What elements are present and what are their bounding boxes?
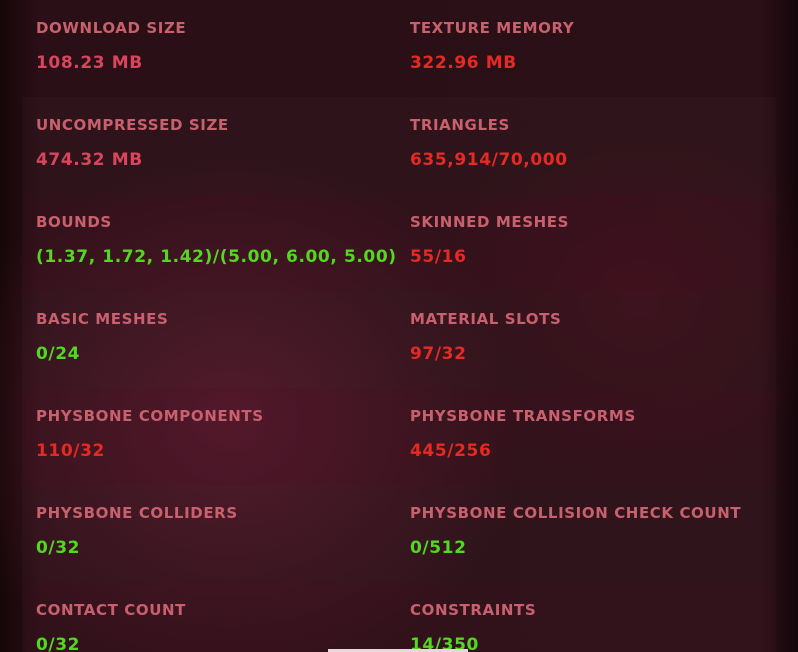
stat-label: TEXTURE MEMORY (410, 19, 575, 37)
stat-value: 474.32 MB (36, 150, 143, 170)
performance-stats-grid: DOWNLOAD SIZE 108.23 MB TEXTURE MEMORY 3… (22, 0, 776, 652)
stats-row-bounds: BOUNDS (1.37, 1.72, 1.42)/(5.00, 6.00, 5… (22, 194, 776, 291)
stat-label: TRIANGLES (410, 116, 510, 134)
stat-uncompressed-size: UNCOMPRESSED SIZE 474.32 MB (22, 97, 396, 194)
stat-bounds: BOUNDS (1.37, 1.72, 1.42)/(5.00, 6.00, 5… (22, 194, 396, 291)
stat-basic-meshes: BASIC MESHES 0/24 (22, 291, 396, 388)
stat-value: 0/512 (410, 538, 467, 558)
stat-value: 0/32 (36, 635, 81, 652)
stat-value: 635,914/70,000 (410, 150, 568, 170)
stat-skinned-meshes: SKINNED MESHES 55/16 (396, 194, 776, 291)
stats-row-download: DOWNLOAD SIZE 108.23 MB TEXTURE MEMORY 3… (22, 0, 776, 97)
stats-row-uncompressed: UNCOMPRESSED SIZE 474.32 MB TRIANGLES 63… (22, 97, 776, 194)
stat-physbone-components: PHYSBONE COMPONENTS 110/32 (22, 388, 396, 485)
stat-physbone-colliders: PHYSBONE COLLIDERS 0/32 (22, 485, 396, 582)
stat-constraints: CONSTRAINTS 14/350 (396, 582, 776, 652)
stat-value: 55/16 (410, 247, 467, 267)
stat-value: 322.96 MB (410, 53, 517, 73)
stat-material-slots: MATERIAL SLOTS 97/32 (396, 291, 776, 388)
stat-label: PHYSBONE TRANSFORMS (410, 407, 636, 425)
stat-value: (1.37, 1.72, 1.42)/(5.00, 6.00, 5.00) (36, 247, 397, 267)
stat-value: 0/24 (36, 344, 81, 364)
stat-physbone-transforms: PHYSBONE TRANSFORMS 445/256 (396, 388, 776, 485)
stat-label: CONSTRAINTS (410, 601, 537, 619)
stat-label: BOUNDS (36, 213, 112, 231)
stat-label: UNCOMPRESSED SIZE (36, 116, 229, 134)
stat-triangles: TRIANGLES 635,914/70,000 (396, 97, 776, 194)
stats-row-meshes: BASIC MESHES 0/24 MATERIAL SLOTS 97/32 (22, 291, 776, 388)
stat-contact-count: CONTACT COUNT 0/32 (22, 582, 396, 652)
stat-texture-memory: TEXTURE MEMORY 322.96 MB (396, 0, 776, 97)
stats-row-physbone: PHYSBONE COMPONENTS 110/32 PHYSBONE TRAN… (22, 388, 776, 485)
stat-label: PHYSBONE COMPONENTS (36, 407, 264, 425)
stats-row-contacts: CONTACT COUNT 0/32 CONSTRAINTS 14/350 (22, 582, 776, 652)
stat-download-size: DOWNLOAD SIZE 108.23 MB (22, 0, 396, 97)
stats-row-colliders: PHYSBONE COLLIDERS 0/32 PHYSBONE COLLISI… (22, 485, 776, 582)
stat-label: DOWNLOAD SIZE (36, 19, 187, 37)
stat-value: 97/32 (410, 344, 467, 364)
stat-physbone-collision-check-count: PHYSBONE COLLISION CHECK COUNT 0/512 (396, 485, 776, 582)
stat-value: 445/256 (410, 441, 492, 461)
stat-value: 110/32 (36, 441, 105, 461)
stat-label: CONTACT COUNT (36, 601, 186, 619)
stat-label: SKINNED MESHES (410, 213, 570, 231)
stat-label: MATERIAL SLOTS (410, 310, 562, 328)
stat-label: BASIC MESHES (36, 310, 169, 328)
stat-label: PHYSBONE COLLISION CHECK COUNT (410, 504, 742, 522)
stat-label: PHYSBONE COLLIDERS (36, 504, 238, 522)
stat-value: 108.23 MB (36, 53, 143, 73)
stat-value: 0/32 (36, 538, 81, 558)
